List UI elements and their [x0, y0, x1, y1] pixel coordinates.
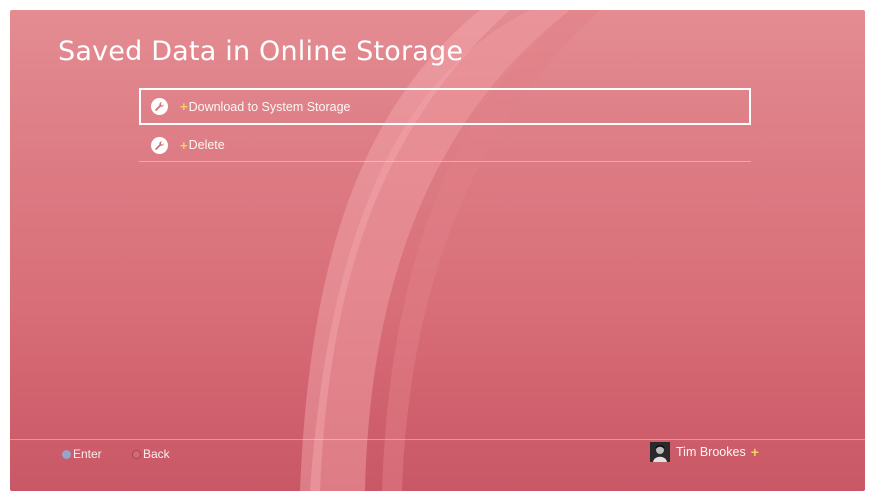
ps4-screen: Saved Data in Online Storage + Download … [10, 10, 865, 491]
menu-item-download[interactable]: + Download to System Storage [139, 88, 751, 125]
background-wave [300, 10, 600, 491]
back-hint[interactable]: Back [132, 447, 170, 461]
user-profile[interactable]: Tim Brookes + [650, 442, 759, 462]
enter-hint: Enter [62, 447, 102, 461]
wrench-icon [151, 98, 168, 115]
plus-icon: + [750, 444, 759, 460]
circle-button-icon [132, 449, 141, 459]
back-label: Back [143, 447, 170, 461]
cross-button-icon [62, 449, 71, 459]
footer-divider [10, 439, 865, 440]
menu-item-delete[interactable]: + Delete [139, 129, 751, 162]
plus-icon: + [180, 137, 188, 153]
menu-item-label: Download to System Storage [188, 99, 351, 114]
wrench-icon [151, 136, 168, 154]
avatar [650, 442, 670, 462]
options-menu: + Download to System Storage + Delete [139, 88, 751, 162]
plus-icon: + [180, 99, 188, 114]
enter-label: Enter [73, 447, 102, 461]
menu-item-label: Delete [188, 138, 225, 152]
page-title: Saved Data in Online Storage [58, 36, 464, 67]
user-name: Tim Brookes [676, 445, 746, 459]
